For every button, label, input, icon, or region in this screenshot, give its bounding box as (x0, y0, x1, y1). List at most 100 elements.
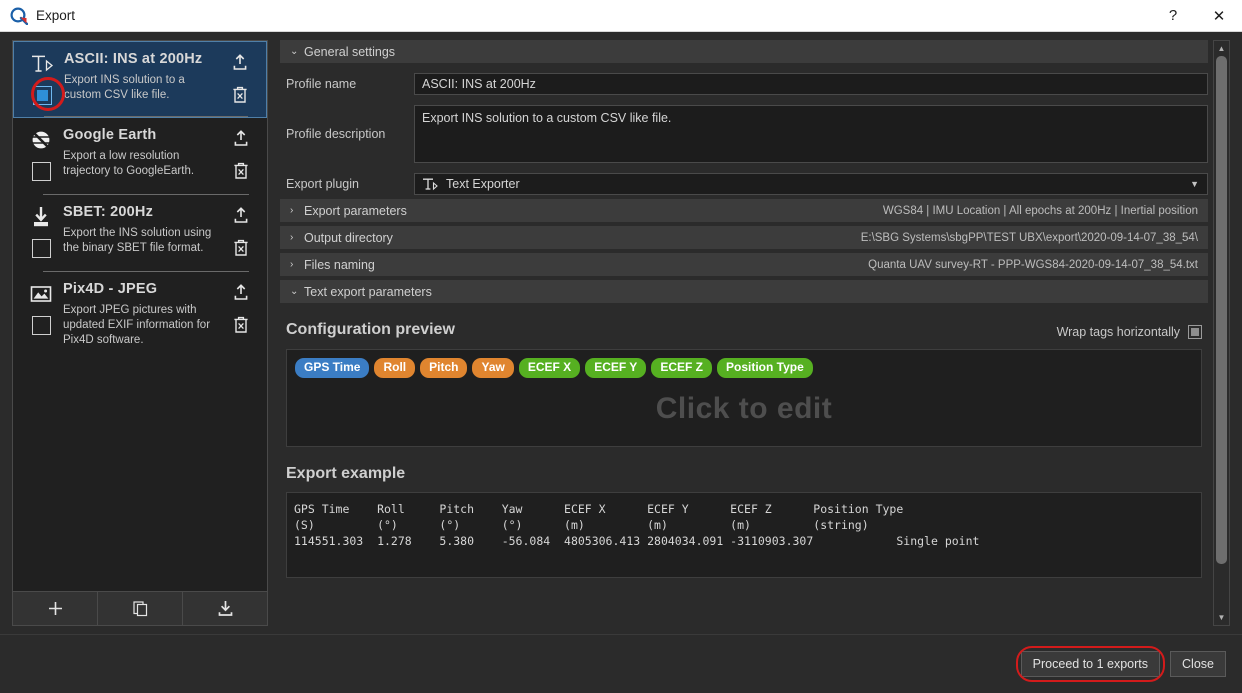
image-icon (28, 282, 54, 306)
profile-description-input[interactable]: Export INS solution to a custom CSV like… (414, 105, 1208, 163)
export-plugin-select[interactable]: Text Exporter ▼ (414, 173, 1208, 195)
wrap-tags-checkbox[interactable] (1188, 325, 1202, 339)
section-title: Text export parameters (304, 285, 432, 299)
profile-item-description: Export a low resolution trajectory to Go… (63, 149, 225, 179)
profile-item[interactable]: Google Earth Export a low resolution traj… (13, 118, 267, 195)
scroll-up-arrow-icon[interactable]: ▲ (1214, 41, 1229, 56)
profile-item[interactable]: SBET: 200Hz Export the INS solution using… (13, 195, 267, 272)
collapsible-section-header[interactable]: ›Export parameters WGS84 | IMU Location |… (280, 199, 1208, 222)
profile-item-title: Google Earth (63, 127, 225, 143)
field-tag[interactable]: ECEF Y (585, 358, 646, 378)
import-profile-button[interactable] (183, 592, 267, 625)
settings-scrollbar[interactable]: ▲ ▼ (1213, 40, 1230, 626)
close-dialog-button[interactable]: Close (1170, 651, 1226, 677)
profile-description-label: Profile description (280, 127, 414, 141)
sbet-icon (28, 205, 54, 229)
text-exporter-icon (422, 177, 440, 191)
field-tag[interactable]: Pitch (420, 358, 467, 378)
dialog-body: ASCII: INS at 200Hz Export INS solution t… (0, 32, 1242, 693)
field-tag[interactable]: ECEF Z (651, 358, 712, 378)
collapsible-section-header[interactable]: ›Output directoryE:\SBG Systems\sbgPP\TE… (280, 226, 1208, 249)
profile-list-panel: ASCII: INS at 200HzExport INS solution t… (12, 40, 268, 626)
upload-icon[interactable] (232, 207, 250, 225)
profile-item-actions (225, 203, 257, 257)
upload-icon[interactable] (232, 284, 250, 302)
field-tag[interactable]: Yaw (472, 358, 513, 378)
profile-enable-checkbox[interactable] (33, 86, 52, 105)
section-summary: E:\SBG Systems\sbgPP\TEST UBX\export\202… (861, 232, 1198, 244)
chevron-right-icon: › (290, 232, 304, 243)
delete-icon[interactable] (231, 86, 249, 104)
text-export-body: Configuration preview Wrap tags horizont… (280, 303, 1208, 578)
chevron-right-icon: › (290, 259, 304, 270)
export-plugin-row: Export plugin Text Exporter ▼ (280, 173, 1208, 195)
profile-list-toolbar (13, 591, 267, 625)
profile-item-description: Export the INS solution using the binary… (63, 226, 225, 256)
profile-enable-checkbox[interactable] (32, 162, 51, 181)
section-summary: WGS84 | IMU Location | All epochs at 200… (883, 205, 1198, 217)
field-tag[interactable]: GPS Time (295, 358, 369, 378)
profile-name-label: Profile name (280, 77, 414, 91)
delete-icon[interactable] (232, 316, 250, 334)
profile-item-controls (21, 126, 61, 181)
scrollbar-thumb[interactable] (1216, 56, 1227, 564)
scroll-down-arrow-icon[interactable]: ▼ (1214, 610, 1229, 625)
profile-item-description: Export JPEG pictures with updated EXIF i… (63, 303, 225, 348)
profile-item-actions (225, 280, 257, 334)
profile-item[interactable]: ASCII: INS at 200HzExport INS solution t… (13, 41, 267, 118)
profile-item-text: Google Earth Export a low resolution traj… (61, 126, 225, 179)
text-exporter-icon (29, 52, 55, 76)
configuration-preview-box[interactable]: GPS TimeRollPitchYaw ECEF XECEF YECEF ZPo… (286, 349, 1202, 447)
help-button[interactable]: ? (1150, 0, 1196, 32)
wrap-tags-toggle[interactable]: Wrap tags horizontally (1057, 325, 1202, 339)
profile-item-controls (22, 50, 62, 105)
window-title: Export (36, 8, 75, 23)
chevron-down-icon: ▼ (1190, 179, 1199, 189)
profile-item-title: SBET: 200Hz (63, 204, 225, 220)
field-tag[interactable]: Roll (374, 358, 415, 378)
profile-enable-checkbox[interactable] (32, 316, 51, 335)
upload-icon[interactable] (231, 54, 249, 72)
profile-name-input[interactable]: ASCII: INS at 200Hz (414, 73, 1208, 95)
delete-icon[interactable] (232, 162, 250, 180)
configuration-preview-title: Configuration preview (286, 321, 455, 339)
proceed-button-wrap: Proceed to 1 exports (1021, 651, 1160, 677)
chevron-down-icon: ⌄ (290, 286, 304, 297)
chevron-down-icon: ⌄ (290, 46, 304, 57)
chevron-right-icon: › (290, 205, 304, 216)
profile-name-row: Profile name ASCII: INS at 200Hz (280, 73, 1208, 95)
section-title: Export parameters (304, 204, 407, 218)
profile-item-controls (21, 203, 61, 258)
download-icon (217, 600, 234, 617)
duplicate-profile-button[interactable] (98, 592, 183, 625)
collapsed-sections: ›Export parametersWGS84 | IMU Location |… (280, 199, 1208, 276)
profile-item-text: SBET: 200Hz Export the INS solution using… (61, 203, 225, 256)
field-tag[interactable]: ECEF X (519, 358, 580, 378)
add-profile-button[interactable] (13, 592, 98, 625)
profile-item-text: Pix4D - JPEGExport JPEG pictures with up… (61, 280, 225, 348)
upload-icon[interactable] (232, 130, 250, 148)
proceed-to-exports-button[interactable]: Proceed to 1 exports (1021, 651, 1160, 677)
wrap-tags-label: Wrap tags horizontally (1057, 325, 1180, 339)
plus-icon (47, 600, 64, 617)
section-text-export-parameters[interactable]: ⌄ Text export parameters (280, 280, 1208, 303)
field-tag[interactable]: Position Type (717, 358, 813, 378)
collapsible-section-header[interactable]: ›Files namingQuanta UAV survey-RT - PPP-… (280, 253, 1208, 276)
profile-item[interactable]: Pix4D - JPEGExport JPEG pictures with up… (13, 272, 267, 349)
profile-item-actions (224, 50, 256, 104)
section-general-settings[interactable]: ⌄ General settings (280, 40, 1208, 63)
export-dialog: Export ? ✕ ASCII: INS at 200Hz Export INS… (0, 0, 1242, 693)
export-example-title: Export example (286, 465, 1202, 483)
close-button[interactable]: ✕ (1196, 0, 1242, 32)
google-earth-icon (28, 128, 54, 152)
export-example-box: GPS Time Roll Pitch Yaw ECEF X ECEF Y EC… (286, 492, 1202, 578)
delete-icon[interactable] (232, 239, 250, 257)
click-to-edit-hint: Click to edit (287, 392, 1201, 426)
scrollbar-track[interactable] (1214, 56, 1229, 610)
configuration-preview-header: Configuration preview Wrap tags horizont… (286, 303, 1202, 339)
profile-item-title: ASCII: INS at 200Hz (64, 51, 224, 67)
section-title: Files naming (304, 258, 375, 272)
profile-enable-checkbox[interactable] (32, 239, 51, 258)
export-plugin-value: Text Exporter (446, 177, 520, 191)
profile-item-divider (44, 116, 248, 117)
